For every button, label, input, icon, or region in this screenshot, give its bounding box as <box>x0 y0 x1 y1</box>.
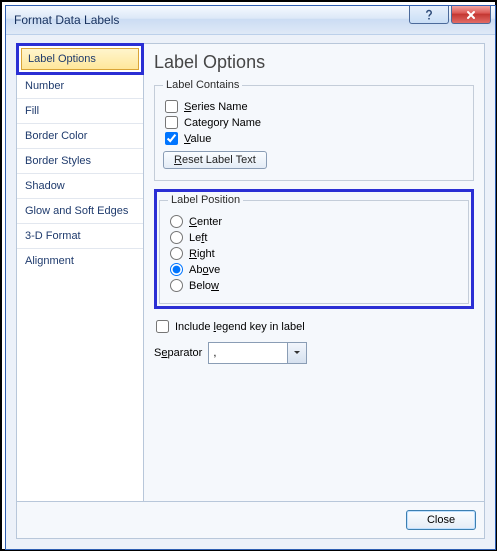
window-close-button[interactable] <box>451 6 491 24</box>
position-right-radio[interactable] <box>170 247 183 260</box>
screenshot-outer-frame: Format Data Labels <box>0 0 497 551</box>
position-left-label: Left <box>189 232 207 244</box>
sidebar-item-label: Label Options <box>21 48 139 70</box>
titlebar[interactable]: Format Data Labels <box>6 6 495 35</box>
window-title: Format Data Labels <box>14 13 119 27</box>
label-position-legend: Label Position <box>168 194 243 206</box>
reset-label-text-button[interactable]: Reset Label Text <box>163 151 267 169</box>
label-contains-legend: Label Contains <box>163 79 242 91</box>
options-panel: Label Options Label Contains Series Name… <box>144 43 485 502</box>
close-button[interactable]: Close <box>406 510 476 530</box>
value-checkbox[interactable] <box>165 132 178 145</box>
category-name-checkbox[interactable] <box>165 116 178 129</box>
sidebar-item-border-styles[interactable]: Border Styles <box>17 149 143 174</box>
sidebar-item-number[interactable]: Number <box>17 74 143 99</box>
dialog-footer: Close <box>16 502 485 539</box>
label-position-highlight: Label Position Center Left <box>154 189 474 309</box>
include-legend-key-checkbox[interactable] <box>156 320 169 333</box>
label-contains-group: Label Contains Series Name Category Name… <box>154 79 474 181</box>
chevron-down-icon <box>293 349 301 357</box>
label-position-group: Label Position Center Left <box>159 194 469 304</box>
position-right-label: Right <box>189 248 215 260</box>
position-above-label: Above <box>189 264 220 276</box>
format-data-labels-dialog: Format Data Labels <box>5 5 496 550</box>
series-name-label: Series Name <box>184 101 248 113</box>
include-legend-key-label: Include legend key in label <box>175 321 305 333</box>
position-above-radio[interactable] <box>170 263 183 276</box>
sidebar-item-border-color[interactable]: Border Color <box>17 124 143 149</box>
position-center-label: Center <box>189 216 222 228</box>
position-below-radio[interactable] <box>170 279 183 292</box>
separator-dropdown[interactable]: , <box>208 342 307 364</box>
dropdown-arrow[interactable] <box>287 343 306 363</box>
position-center-radio[interactable] <box>170 215 183 228</box>
category-sidebar: Label Options Number Fill Border Color B… <box>16 43 144 502</box>
sidebar-item-alignment[interactable]: Alignment <box>17 249 143 273</box>
separator-value: , <box>209 343 287 363</box>
sidebar-item-glow-soft-edges[interactable]: Glow and Soft Edges <box>17 199 143 224</box>
value-label: Value <box>184 133 211 145</box>
sidebar-item-3d-format[interactable]: 3-D Format <box>17 224 143 249</box>
panel-heading: Label Options <box>154 52 474 73</box>
sidebar-item-fill[interactable]: Fill <box>17 99 143 124</box>
sidebar-item-shadow[interactable]: Shadow <box>17 174 143 199</box>
separator-label: Separator <box>154 347 202 359</box>
help-icon <box>423 9 435 21</box>
series-name-checkbox[interactable] <box>165 100 178 113</box>
help-button[interactable] <box>409 6 449 24</box>
category-name-label: Category Name <box>184 117 261 129</box>
position-left-radio[interactable] <box>170 231 183 244</box>
sidebar-item-label-options[interactable]: Label Options <box>16 43 144 75</box>
position-below-label: Below <box>189 280 219 292</box>
close-icon <box>466 10 476 20</box>
